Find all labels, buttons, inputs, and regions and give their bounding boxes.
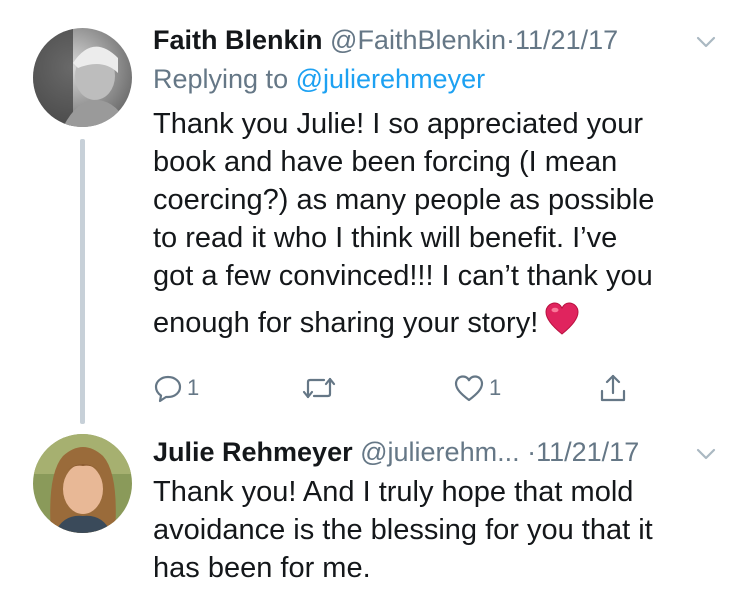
separator: · <box>506 25 516 55</box>
tweet-text-line: got a few convinced!!! I can’t thank you <box>153 260 653 292</box>
separator: · <box>527 437 537 467</box>
avatar[interactable] <box>33 434 132 533</box>
tweet-text-line: book and have been forcing (I mean <box>153 146 618 178</box>
tweet-text-line: Thank you Julie! I so appreciated your <box>153 108 644 140</box>
display-name[interactable]: Julie Rehmeyer <box>153 437 353 467</box>
replying-handle-link[interactable]: @julierehmeyer <box>296 64 485 94</box>
like-icon <box>453 373 485 403</box>
user-handle[interactable]: @julierehm... <box>360 437 519 467</box>
tweet-text-line: to read it who I think will benefit. I’v… <box>153 222 618 254</box>
share-button[interactable] <box>598 368 628 408</box>
like-count: 1 <box>489 375 502 400</box>
tweet-text-line: Thank you! And I truly hope that mold <box>153 476 634 508</box>
tweet-date[interactable]: 11/21/17 <box>515 25 618 55</box>
avatar[interactable] <box>33 28 132 127</box>
tweet-actions: 1 1 <box>0 368 750 408</box>
like-button[interactable]: 1 <box>453 368 501 408</box>
tweet-header: Julie Rehmeyer @julierehm... ·11/21/17 <box>153 432 639 472</box>
tweet-text-line: avoidance is the blessing for you that i… <box>153 514 653 546</box>
tweet-julie-rehmeyer[interactable]: Julie Rehmeyer @julierehm... ·11/21/17 T… <box>0 420 750 595</box>
replying-label: Replying to <box>153 64 289 94</box>
retweet-button[interactable] <box>302 368 340 408</box>
reply-button[interactable]: 1 <box>153 368 199 408</box>
tweet-text: Thank you Julie! I so appreciated your b… <box>153 104 723 342</box>
chevron-down-icon[interactable] <box>694 30 718 54</box>
tweet-date[interactable]: 11/21/17 <box>536 437 639 467</box>
share-icon <box>598 372 628 404</box>
replying-to: Replying to @julierehmeyer <box>153 60 485 98</box>
tweet-header: Faith Blenkin @FaithBlenkin·11/21/17 <box>153 20 618 60</box>
reply-count: 1 <box>187 375 200 400</box>
tweet-faith-blenkin[interactable]: Faith Blenkin @FaithBlenkin·11/21/17 Rep… <box>0 0 750 424</box>
tweet-text-line: enough for sharing your story! <box>153 307 539 340</box>
reply-icon <box>153 373 183 403</box>
user-handle[interactable]: @FaithBlenkin <box>330 25 506 55</box>
chevron-down-icon[interactable] <box>694 442 718 466</box>
display-name[interactable]: Faith Blenkin <box>153 25 323 55</box>
tweet-text-line: has been for me. <box>153 552 371 584</box>
heart-emoji-icon <box>544 302 580 347</box>
tweet-text-line: coercing?) as many people as possible <box>153 184 655 216</box>
retweet-icon <box>302 373 336 403</box>
tweet-text-line-last: enough for sharing your story! <box>153 302 723 342</box>
tweet-text: Thank you! And I truly hope that mold av… <box>153 472 723 586</box>
